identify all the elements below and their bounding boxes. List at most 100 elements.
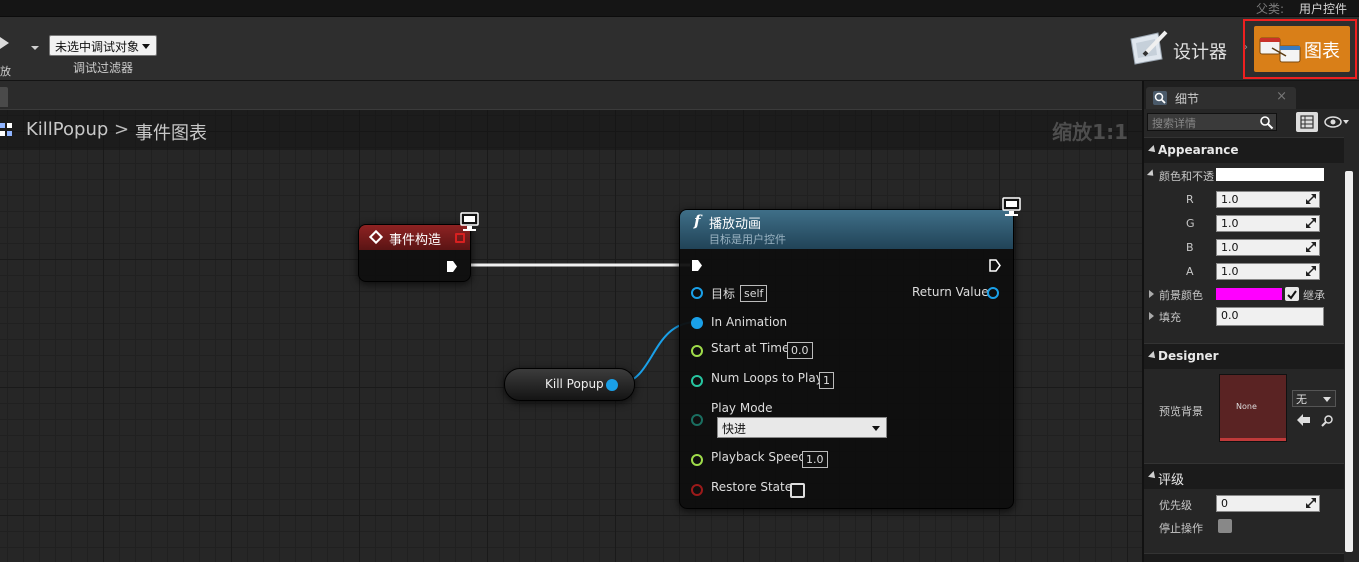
b-field[interactable]: 1.0 bbox=[1216, 239, 1320, 256]
play-mode-dropdown[interactable]: 快进 bbox=[717, 417, 887, 438]
delegate-pin[interactable] bbox=[455, 233, 465, 243]
toolbar: 放 未选中调试对象 调试过滤器 设计器 › 图表 bbox=[0, 17, 1359, 81]
debug-filter-label: 调试过滤器 bbox=[73, 61, 134, 75]
network-icon bbox=[460, 212, 479, 231]
grid-icon bbox=[1300, 115, 1314, 129]
rating-section-header[interactable]: 评级 bbox=[1144, 463, 1344, 489]
priority-field[interactable]: 0 bbox=[1216, 495, 1320, 512]
start-time-value[interactable]: 0.0 bbox=[787, 342, 813, 359]
zoom-label: 缩放1:1 bbox=[1052, 120, 1128, 144]
play-icon[interactable] bbox=[0, 37, 9, 49]
eye-icon[interactable] bbox=[1324, 115, 1350, 129]
restore-state-pin[interactable] bbox=[691, 484, 703, 496]
preview-background-label: 预览背景 bbox=[1159, 405, 1203, 418]
breadcrumb-root[interactable]: KillPopup bbox=[26, 119, 108, 140]
g-label: G bbox=[1186, 217, 1195, 230]
appearance-section-header[interactable]: Appearance bbox=[1144, 137, 1344, 163]
num-loops-value[interactable]: 1 bbox=[819, 372, 834, 389]
g-value: 1.0 bbox=[1221, 217, 1239, 230]
spin-arrows-icon bbox=[1306, 194, 1316, 204]
r-field[interactable]: 1.0 bbox=[1216, 191, 1320, 208]
blueprint-icon bbox=[0, 123, 12, 136]
kill-popup-variable-node[interactable]: Kill Popup bbox=[504, 368, 635, 401]
chevron-down-icon[interactable] bbox=[1146, 169, 1157, 179]
network-icon bbox=[1002, 197, 1021, 216]
playback-speed-pin[interactable] bbox=[691, 454, 703, 466]
play-animation-node[interactable]: f 播放动画 目标是用户控件 目标 self Return Value In A… bbox=[679, 209, 1014, 509]
in-animation-pin[interactable] bbox=[691, 317, 703, 329]
return-value-label: Return Value bbox=[912, 285, 989, 299]
b-value: 1.0 bbox=[1221, 241, 1239, 254]
play-mode-pin[interactable] bbox=[691, 414, 703, 426]
foreground-color-label: 前景颜色 bbox=[1159, 289, 1203, 302]
next-section-header bbox=[1144, 553, 1344, 562]
event-icon bbox=[368, 229, 384, 245]
search-icon bbox=[1260, 116, 1274, 130]
chevron-down-icon bbox=[872, 426, 880, 431]
function-node-title: 播放动画 bbox=[709, 217, 762, 232]
restore-state-label: Restore State bbox=[711, 480, 793, 494]
close-icon[interactable]: × bbox=[1276, 89, 1287, 104]
target-value[interactable]: self bbox=[740, 285, 768, 302]
chevron-right-icon[interactable] bbox=[1149, 290, 1154, 298]
playback-speed-value[interactable]: 1.0 bbox=[802, 451, 828, 468]
preview-background-thumbnail[interactable]: None bbox=[1220, 375, 1286, 441]
inherit-checkbox[interactable] bbox=[1285, 287, 1299, 301]
chevron-right-icon[interactable] bbox=[1149, 312, 1154, 320]
play-button-label[interactable]: 放 bbox=[0, 63, 11, 79]
r-label: R bbox=[1186, 193, 1194, 206]
exec-input-pin[interactable] bbox=[691, 259, 703, 272]
graph-label: 图表 bbox=[1304, 41, 1340, 62]
rating-header: 评级 bbox=[1158, 473, 1185, 488]
details-panel: 细节 × 搜索详情 Appearance 颜色和不透 R 1.0 G 1.0 B… bbox=[1142, 81, 1359, 562]
target-pin[interactable] bbox=[691, 287, 703, 299]
exec-output-pin[interactable] bbox=[989, 259, 1001, 272]
color-opacity-label: 颜色和不透 bbox=[1159, 170, 1214, 183]
chevron-down-icon[interactable] bbox=[31, 46, 39, 50]
variable-output-pin[interactable] bbox=[606, 379, 618, 391]
designer-mode-button[interactable]: 设计器 bbox=[1128, 27, 1233, 71]
breadcrumb: KillPopup > 事件图表 缩放1:1 bbox=[0, 110, 1142, 150]
top-strip: 父类: 用户控件 bbox=[0, 0, 1359, 17]
arrow-left-icon[interactable] bbox=[1297, 414, 1311, 426]
breadcrumb-leaf[interactable]: 事件图表 bbox=[135, 119, 207, 145]
r-value: 1.0 bbox=[1221, 193, 1239, 206]
color-opacity-swatch[interactable] bbox=[1216, 168, 1324, 181]
start-time-pin[interactable] bbox=[691, 345, 703, 357]
details-body: 搜索详情 Appearance 颜色和不透 R 1.0 G 1.0 B 1.0 … bbox=[1144, 109, 1359, 562]
exec-output-pin[interactable] bbox=[446, 260, 458, 273]
g-field[interactable]: 1.0 bbox=[1216, 215, 1320, 232]
restore-state-checkbox[interactable] bbox=[790, 483, 805, 498]
a-field[interactable]: 1.0 bbox=[1216, 263, 1320, 280]
return-value-pin[interactable] bbox=[987, 287, 999, 299]
browse-icon[interactable] bbox=[1321, 414, 1334, 427]
details-scrollbar[interactable] bbox=[1345, 171, 1353, 552]
appearance-header: Appearance bbox=[1158, 143, 1239, 157]
graph-mode-button[interactable]: 图表 bbox=[1254, 26, 1350, 72]
designer-section-header[interactable]: Designer bbox=[1144, 343, 1344, 369]
variable-label: Kill Popup bbox=[545, 377, 604, 391]
parent-class-label: 父类: bbox=[1256, 2, 1285, 16]
chevron-down-icon bbox=[1323, 397, 1331, 402]
event-node-header: 事件构造 bbox=[359, 225, 470, 250]
event-construct-node[interactable]: 事件构造 bbox=[358, 224, 471, 282]
num-loops-label: Num Loops to Play bbox=[711, 371, 823, 385]
property-matrix-button[interactable] bbox=[1296, 112, 1318, 132]
details-tab[interactable]: 细节 × bbox=[1146, 87, 1296, 109]
details-search-input[interactable]: 搜索详情 bbox=[1147, 113, 1277, 131]
padding-field[interactable]: 0.0 bbox=[1216, 307, 1324, 326]
debug-object-value: 未选中调试对象 bbox=[55, 40, 140, 54]
debug-object-select[interactable]: 未选中调试对象 bbox=[49, 35, 157, 56]
num-loops-pin[interactable] bbox=[691, 375, 703, 387]
target-label: 目标 bbox=[711, 287, 736, 301]
details-tab-label: 细节 bbox=[1175, 92, 1200, 106]
start-time-label: Start at Time bbox=[711, 341, 790, 355]
preview-background-select[interactable]: 无 bbox=[1292, 390, 1336, 407]
stop-action-checkbox[interactable] bbox=[1218, 519, 1232, 533]
magnifier-icon bbox=[1153, 91, 1167, 105]
foreground-color-swatch[interactable] bbox=[1216, 288, 1282, 300]
graph-tab[interactable] bbox=[0, 87, 8, 107]
designer-header: Designer bbox=[1158, 349, 1219, 363]
priority-value: 0 bbox=[1221, 497, 1228, 510]
event-graph-canvas[interactable]: KillPopup > 事件图表 缩放1:1 事件构造 f 播放动画 目标是用户… bbox=[0, 109, 1142, 562]
